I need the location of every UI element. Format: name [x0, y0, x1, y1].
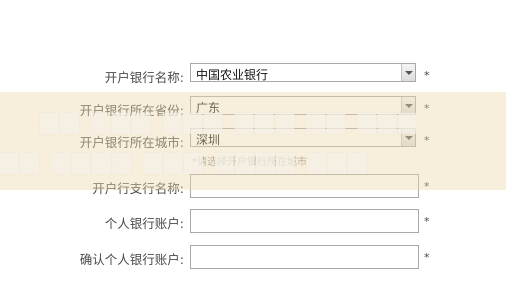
chevron-down-icon[interactable] — [401, 97, 415, 114]
chevron-down-icon[interactable] — [401, 64, 415, 81]
branch-input[interactable] — [190, 174, 419, 198]
required-marker: * — [424, 251, 430, 264]
bank-name-label: 开户银行名称: — [104, 70, 184, 85]
bank-name-row: 开户银行名称: 中国农业银行 * — [0, 63, 506, 87]
branch-row: 开户行支行名称: * — [0, 174, 506, 198]
required-marker: * — [424, 69, 430, 82]
city-label: 开户银行所在城市: — [79, 135, 184, 150]
province-value: 广东 — [196, 101, 221, 115]
bank-name-select[interactable]: 中国农业银行 — [190, 63, 416, 82]
branch-label: 开户行支行名称: — [92, 181, 184, 196]
account-input[interactable] — [190, 209, 419, 233]
bank-name-value: 中国农业银行 — [196, 68, 269, 82]
confirm-account-input[interactable] — [190, 245, 419, 269]
required-marker: * — [424, 215, 430, 228]
city-hint: *请选择开户银行所在城市 — [192, 157, 307, 168]
confirm-account-row: 确认个人银行账户: * — [0, 245, 506, 269]
city-row: 开户银行所在城市: 深圳 * — [0, 128, 506, 152]
required-marker: * — [424, 134, 430, 147]
city-value: 深圳 — [196, 133, 221, 147]
province-select[interactable]: 广东 — [190, 96, 416, 115]
province-label: 开户银行所在省份: — [79, 103, 184, 118]
required-marker: * — [424, 102, 430, 115]
confirm-account-label: 确认个人银行账户: — [79, 252, 184, 267]
bank-account-form: 开户银行名称: 中国农业银行 * 开户银行所在省份: 广东 * 开户银行所在城市… — [0, 0, 506, 287]
chevron-down-icon[interactable] — [401, 129, 415, 146]
account-row: 个人银行账户: * — [0, 209, 506, 233]
province-row: 开户银行所在省份: 广东 * — [0, 96, 506, 120]
city-select[interactable]: 深圳 — [190, 128, 416, 147]
required-marker: * — [424, 180, 430, 193]
account-label: 个人银行账户: — [104, 216, 184, 231]
